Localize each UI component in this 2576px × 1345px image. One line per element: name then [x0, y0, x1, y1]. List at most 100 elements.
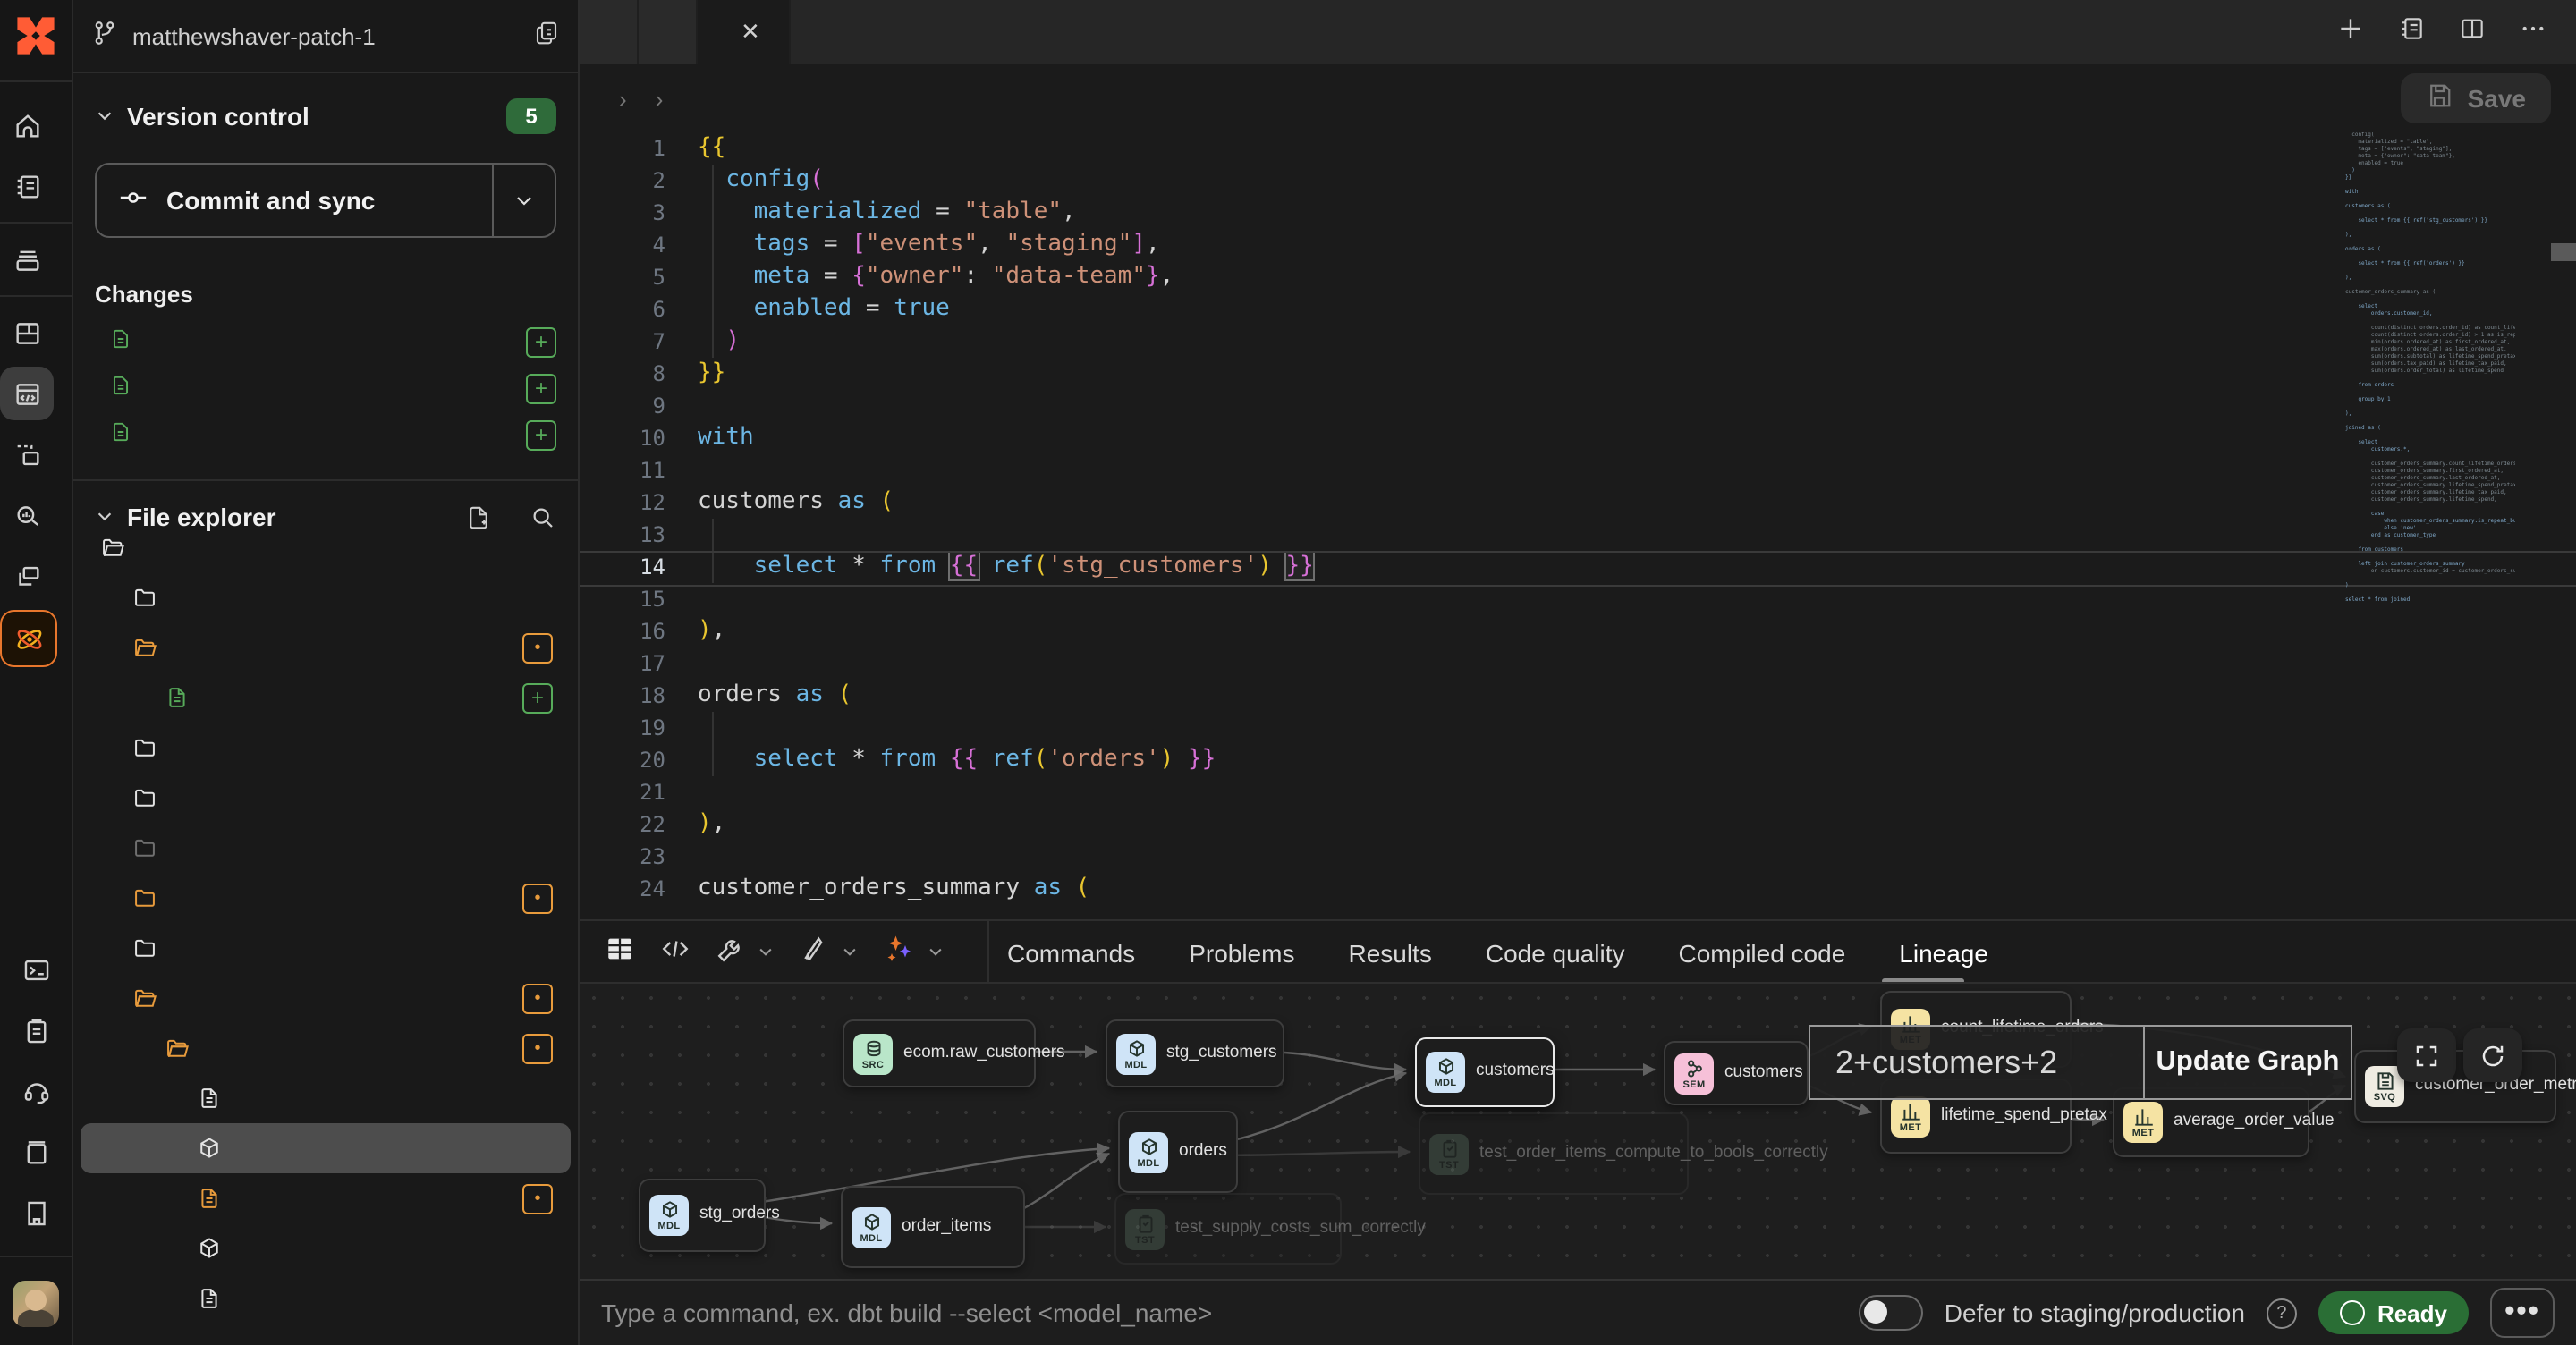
- lineage-node-stg_customers[interactable]: MDL stg_customers: [1106, 1019, 1284, 1087]
- lineage-node-raw[interactable]: SRC ecom.raw_customers: [843, 1019, 1036, 1087]
- code-line-17[interactable]: 17: [580, 647, 2576, 680]
- lineage-node-stg_orders[interactable]: MDL stg_orders: [639, 1179, 766, 1252]
- code-line-5[interactable]: 5 meta = {"owner": "data-team"},: [580, 261, 2576, 293]
- tab-customers.sql[interactable]: ✕: [698, 0, 791, 64]
- commit-options-caret[interactable]: [492, 165, 555, 236]
- code-line-2[interactable]: 2 config(: [580, 165, 2576, 197]
- tree-item-customers.yml[interactable]: •: [80, 1173, 571, 1223]
- panel-tab-Lineage[interactable]: Lineage: [1899, 938, 1988, 967]
- copy-icon[interactable]: [533, 20, 560, 52]
- user-avatar[interactable]: [13, 1281, 59, 1327]
- rail-support[interactable]: [9, 1064, 63, 1118]
- lineage-node-test_supply[interactable]: TST test_supply_costs_sum_correctly: [1114, 1193, 1342, 1265]
- code-line-23[interactable]: 23: [580, 841, 2576, 873]
- tree-item-models[interactable]: •: [80, 973, 571, 1023]
- rail-logs[interactable]: [9, 1003, 63, 1057]
- code-line-15[interactable]: 15: [580, 583, 2576, 615]
- branch-row[interactable]: matthewshaver-patch-1: [73, 0, 578, 73]
- code-line-22[interactable]: 22 ),: [580, 808, 2576, 841]
- minimap[interactable]: {{ config( materialized = "table", tags …: [2345, 132, 2515, 921]
- split-editor-icon[interactable]: [2458, 13, 2487, 51]
- code-line-18[interactable]: 18 orders as (: [580, 680, 2576, 712]
- code-line-8[interactable]: 8 }}: [580, 358, 2576, 390]
- editor-scrollbar-thumb[interactable]: [2551, 243, 2576, 261]
- rail-docs[interactable]: [0, 159, 54, 213]
- rail-canvas[interactable]: [0, 427, 54, 481]
- tree-item-.vscode[interactable]: •: [80, 622, 571, 672]
- modified-indicator[interactable]: •: [522, 983, 553, 1013]
- rail-home[interactable]: [0, 98, 54, 152]
- tree-item-settings.json[interactable]: +: [80, 672, 571, 723]
- tree-item-docs-cloud[interactable]: [80, 522, 571, 572]
- code-line-9[interactable]: 9: [580, 390, 2576, 422]
- code-line-24[interactable]: 24 customer_orders_summary as (: [580, 873, 2576, 905]
- lineage-node-test_order[interactable]: TST test_order_items_compute_to_bools_co…: [1419, 1112, 1689, 1195]
- code-line-11[interactable]: 11: [580, 454, 2576, 486]
- fullscreen-button[interactable]: [2397, 1028, 2456, 1082]
- panel-tab-Results[interactable]: Results: [1348, 938, 1431, 967]
- command-input[interactable]: Type a command, ex. dbt build --select <…: [601, 1298, 1837, 1327]
- save-button[interactable]: Save: [2402, 73, 2551, 123]
- update-graph-button[interactable]: Update Graph: [2143, 1027, 2351, 1098]
- notebook-icon[interactable]: [2397, 13, 2426, 51]
- tree-item-macros[interactable]: [80, 923, 571, 973]
- panel-tab-Commands[interactable]: Commands: [1007, 938, 1135, 967]
- tree-item-_models.yml[interactable]: [80, 1073, 571, 1123]
- code-line-1[interactable]: 1 {{: [580, 132, 2576, 165]
- code-line-3[interactable]: 3 materialized = "table",: [580, 197, 2576, 229]
- code-line-12[interactable]: 12 customers as (: [580, 486, 2576, 519]
- commit-and-sync-button[interactable]: Commit and sync: [95, 163, 556, 238]
- tree-item-customers.sql[interactable]: [80, 1123, 571, 1173]
- code-line-7[interactable]: 7 ): [580, 326, 2576, 358]
- status-badge[interactable]: Ready: [2318, 1291, 2469, 1334]
- tree-item-marts[interactable]: •: [80, 1023, 571, 1073]
- code-editor[interactable]: 1 {{ 2 config( 3 materialized = "table",…: [580, 132, 2576, 921]
- tab-settings.json[interactable]: [580, 0, 639, 64]
- tree-item-.github[interactable]: [80, 572, 571, 622]
- results-table-icon[interactable]: [605, 933, 635, 972]
- help-icon[interactable]: ?: [2267, 1298, 2297, 1328]
- new-tab-icon[interactable]: [2336, 13, 2365, 51]
- defer-toggle[interactable]: [1859, 1295, 1923, 1331]
- lineage-canvas[interactable]: SRC ecom.raw_customers MDL stg_customers…: [580, 982, 2576, 1281]
- rail-organization[interactable]: [9, 1186, 63, 1239]
- chevron-down-icon[interactable]: [757, 936, 775, 969]
- changed-file-row[interactable]: +: [73, 411, 578, 458]
- tab-_models.yml[interactable]: [639, 0, 698, 64]
- rail-explore[interactable]: [0, 488, 54, 542]
- changed-file-row[interactable]: +: [73, 318, 578, 365]
- stage-file-button[interactable]: +: [526, 326, 556, 357]
- rail-reference[interactable]: [9, 1125, 63, 1179]
- tree-item-locations.yml[interactable]: [80, 1273, 571, 1324]
- code-line-10[interactable]: 10 with: [580, 422, 2576, 454]
- lint-format-icon[interactable]: [800, 933, 830, 972]
- lineage-node-order_items[interactable]: MDL order_items: [841, 1186, 1025, 1268]
- chevron-down-icon[interactable]: [927, 936, 945, 969]
- code-line-14[interactable]: 14 select * from {{ ref('stg_customers')…: [580, 551, 2576, 583]
- rail-develop[interactable]: [0, 367, 54, 420]
- refresh-graph-button[interactable]: [2463, 1028, 2522, 1082]
- stage-file-button[interactable]: +: [526, 373, 556, 403]
- chevron-down-icon[interactable]: [841, 936, 859, 969]
- tree-item-analyses[interactable]: [80, 723, 571, 773]
- more-icon[interactable]: [2519, 13, 2547, 51]
- code-line-13[interactable]: 13: [580, 519, 2576, 551]
- lineage-node-customers_sem[interactable]: SEM customers: [1664, 1041, 1809, 1105]
- code-line-19[interactable]: 19: [580, 712, 2576, 744]
- tree-item-locations.sql[interactable]: [80, 1223, 571, 1273]
- code-line-20[interactable]: 20 select * from {{ ref('orders') }}: [580, 744, 2576, 776]
- stage-file-button[interactable]: +: [526, 419, 556, 450]
- ai-fix-icon[interactable]: [884, 932, 916, 973]
- rail-terminal[interactable]: [9, 943, 63, 996]
- panel-tab-Code quality[interactable]: Code quality: [1486, 938, 1625, 967]
- changed-file-row[interactable]: +: [73, 365, 578, 411]
- panel-tab-Compiled code[interactable]: Compiled code: [1679, 938, 1846, 967]
- modified-indicator[interactable]: •: [522, 1033, 553, 1063]
- rail-ai-assistant[interactable]: [0, 610, 57, 667]
- panel-tab-Problems[interactable]: Problems: [1189, 938, 1294, 967]
- modified-indicator[interactable]: •: [522, 1183, 553, 1214]
- stage-file-button[interactable]: +: [522, 682, 553, 713]
- modified-indicator[interactable]: •: [522, 883, 553, 913]
- lineage-search-input[interactable]: 2+customers+2: [1810, 1027, 2143, 1098]
- lineage-node-orders[interactable]: MDL orders: [1118, 1111, 1238, 1193]
